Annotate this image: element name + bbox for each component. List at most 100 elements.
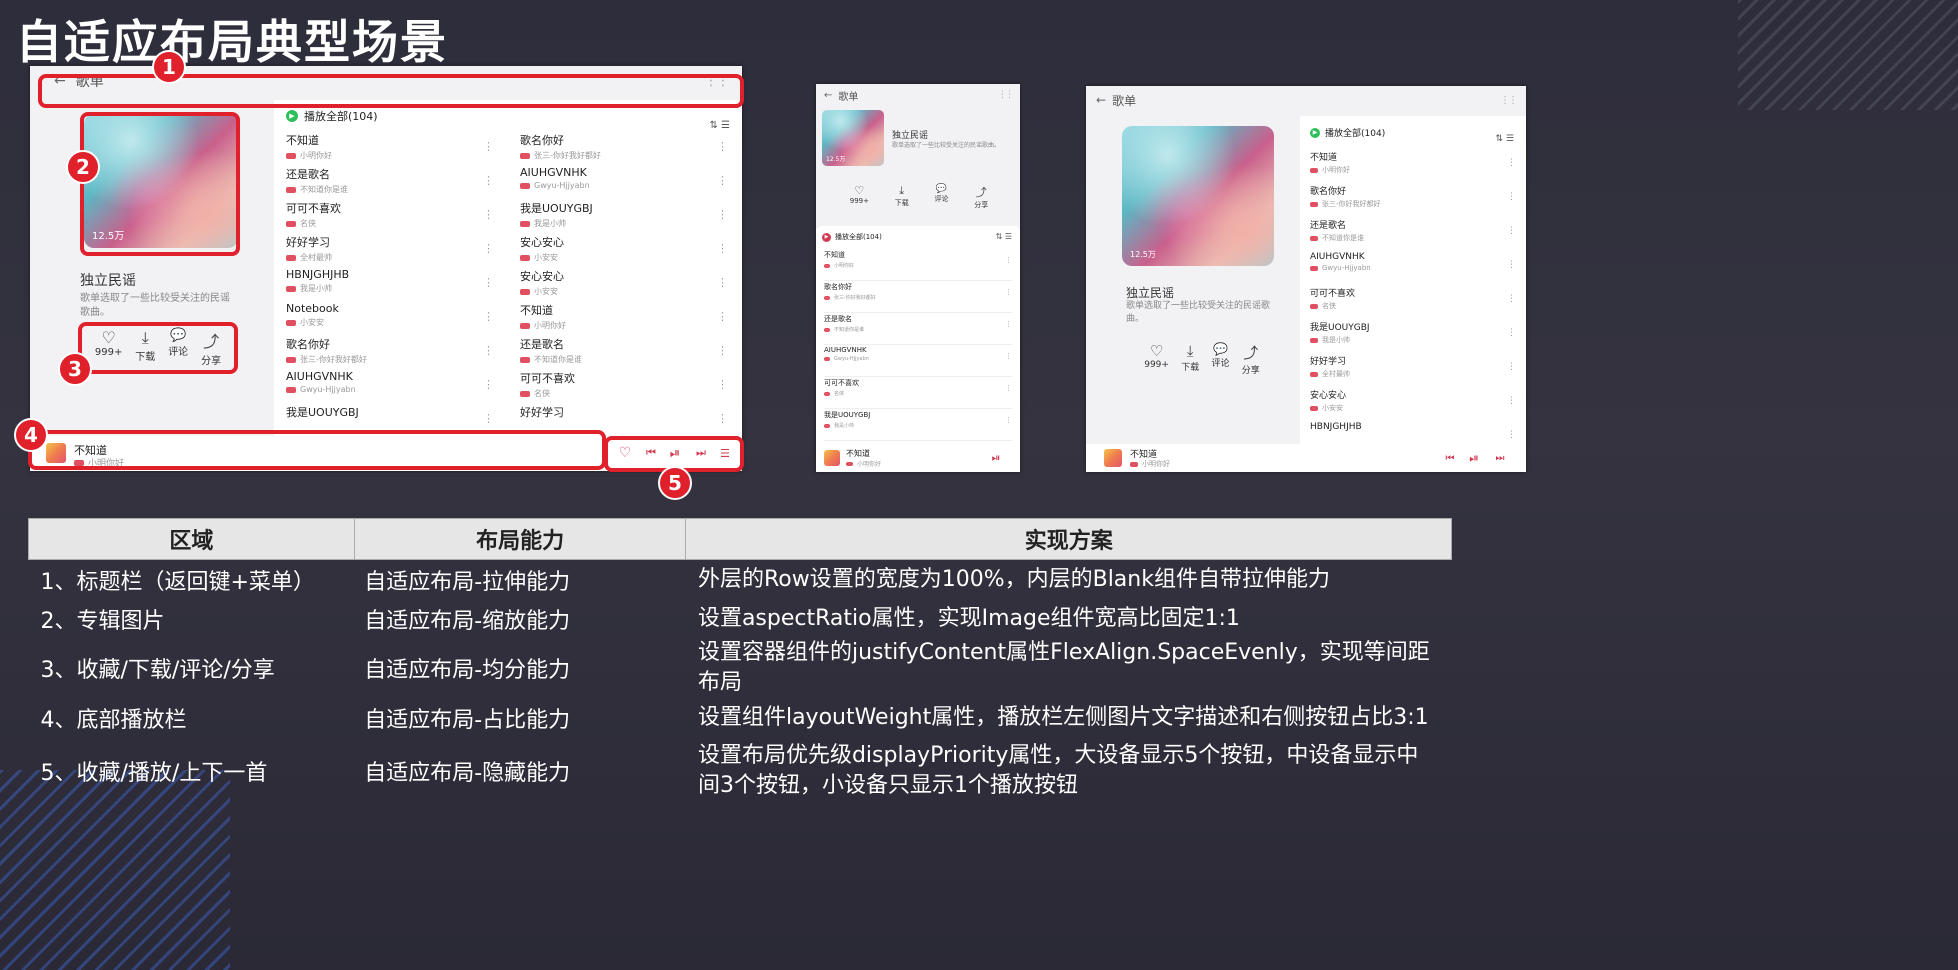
list-item[interactable]: 不知道 小明你好 ⋮ [520,302,728,334]
list-item[interactable]: AIUHGVNHK Gwyu-Hjjyabn ⋮ [520,166,728,198]
more-icon[interactable]: ⋮ [717,344,728,357]
list-item[interactable]: 歌名你好 张三-你好我好都好 ⋮ [1310,184,1516,216]
list-item[interactable]: 歌名你好 张三-你好我好都好 ⋮ [824,282,1012,313]
more-icon[interactable]: ⋮ [1005,288,1012,296]
list-item[interactable]: 不知道 小明你好 ⋮ [824,250,1012,281]
list-item[interactable]: 还是歌名 不知道你是谁 ⋮ [520,336,728,368]
menu-icon[interactable]: ⋮⋮ [998,90,1014,100]
sort-icon[interactable]: ⇅ ☰ [1496,134,1514,144]
more-icon[interactable]: ⋮ [483,208,494,221]
song-title: 还是歌名 [824,315,852,323]
action-label: 评论 [1211,359,1230,369]
song-list-panel: ▶ 播放全部(104) ⇅ ☰ 不知道 小明你好 ⋮ 歌名你好 张三-你好我好都好 ⋮ 还是… [1300,116,1526,444]
play-all-button[interactable]: ▶ 播放全部(104) [1310,126,1385,139]
more-icon[interactable]: ⋮ [1507,226,1516,236]
more-icon[interactable]: ⋮ [717,378,728,391]
more-icon[interactable]: ⋮ [483,276,494,289]
more-icon[interactable]: ⋮ [1005,352,1012,360]
more-icon[interactable]: ⋮ [1005,256,1012,264]
list-item[interactable]: 好好学习 全村最帅 ⋮ [286,234,494,266]
more-icon[interactable]: ⋮ [1507,430,1516,440]
more-icon[interactable]: ⋮ [1507,260,1516,270]
share-button[interactable]: ⤴ 分享 [974,184,988,210]
list-item[interactable]: AIUHGVNHK Gwyu-Hjjyabn ⋮ [824,346,1012,377]
list-item[interactable]: AIUHGVNHK Gwyu-Hjjyabn ⋮ [286,370,494,402]
play-all-button[interactable]: ▶ 播放全部(104) [286,108,378,124]
more-icon[interactable]: ⋮ [1005,416,1012,424]
list-item[interactable]: 安心安心 小安安 ⋮ [520,268,728,300]
list-item[interactable]: 安心安心 小安安 ⋮ [1310,388,1516,420]
vip-icon [846,461,853,466]
more-icon[interactable]: ⋮ [483,242,494,255]
list-item[interactable]: 歌名你好 张三-你好我好都好 ⋮ [286,336,494,368]
more-icon[interactable]: ⋮ [717,208,728,221]
comment-button[interactable]: 💬 评论 [934,184,948,210]
favorite-button[interactable]: ♡ 999+ [850,184,869,210]
more-icon[interactable]: ⋮ [717,310,728,323]
list-item[interactable]: 还是歌名 不知道你是谁 ⋮ [286,166,494,198]
list-item[interactable]: 好好学习 全村最帅 ⋮ [1310,354,1516,386]
more-icon[interactable]: ⋮ [483,378,494,391]
more-icon[interactable]: ⋮ [717,412,728,425]
more-icon[interactable]: ⋮ [1507,158,1516,168]
more-icon[interactable]: ⋮ [483,174,494,187]
download-button[interactable]: ⤓ 下载 [895,184,909,210]
list-item[interactable]: AIUHGVNHK Gwyu-Hjjyabn ⋮ [1310,252,1516,284]
more-icon[interactable]: ⋮ [1507,294,1516,304]
list-item[interactable]: 可可不喜欢 名侠 ⋮ [1310,286,1516,318]
download-button[interactable]: ⤓ 下载 [1181,342,1199,376]
play-icon: ▶ [286,110,298,122]
more-icon[interactable]: ⋮ [1507,328,1516,338]
list-item[interactable]: 不知道 小明你好 ⋮ [1310,150,1516,182]
back-icon[interactable]: ← [1096,93,1106,107]
more-icon[interactable]: ⋮ [717,174,728,187]
list-item[interactable]: 歌名你好 张三-你好我好都好 ⋮ [520,132,728,164]
song-artist: 小明你好 [520,320,728,331]
list-item[interactable]: 我是UOUYGBJ 我是小帅 ⋮ [520,200,728,232]
favorite-button[interactable]: ♡ 999+ [1144,342,1169,376]
share-button[interactable]: ⤴ 分享 [1242,342,1260,376]
album-cover[interactable]: 12.5万 [1122,126,1274,266]
more-icon[interactable]: ⋮ [483,412,494,425]
more-icon[interactable]: ⋮ [483,344,494,357]
play-pause-control[interactable]: ⏯ [1466,450,1482,466]
list-item[interactable]: 可可不喜欢 名侠 ⋮ [286,200,494,232]
list-item[interactable]: Notebook 小安安 ⋮ [286,302,494,334]
more-icon[interactable]: ⋮ [717,140,728,153]
menu-icon[interactable]: ⋮⋮ [1500,95,1518,106]
medium-device-screen: ← 歌单 ⋮⋮ 12.5万 独立民谣 歌单选取了一些比较受关注的民谣歌 曲。 ♡… [1086,86,1526,472]
list-item[interactable]: 还是歌名 不知道你是谁 ⋮ [824,314,1012,345]
more-icon[interactable]: ⋮ [717,276,728,289]
list-item[interactable]: 我是UOUYGBJ 我是小帅 ⋮ [824,410,1012,441]
sort-icon[interactable]: ⇅ ☰ [996,232,1012,241]
list-item[interactable]: 可可不喜欢 名侠 ⋮ [824,378,1012,409]
more-icon[interactable]: ⋮ [1507,192,1516,202]
previous-track-control[interactable]: ⏮ [1442,450,1458,466]
song-artist: 张三-你好我好都好 [1310,199,1516,209]
more-icon[interactable]: ⋮ [1005,384,1012,392]
more-icon[interactable]: ⋮ [483,140,494,153]
list-item[interactable]: 还是歌名 不知道你是谁 ⋮ [1310,218,1516,250]
vip-icon [824,295,830,300]
more-icon[interactable]: ⋮ [1005,320,1012,328]
badge-3: 3 [58,352,92,386]
album-cover[interactable]: 12.5万 [822,110,884,166]
list-item[interactable]: 不知道 小明你好 ⋮ [286,132,494,164]
play-pause-control[interactable]: ⏯ [988,450,1004,466]
list-item[interactable]: 我是UOUYGBJ 我是小帅 ⋮ [1310,320,1516,352]
more-icon[interactable]: ⋮ [483,310,494,323]
list-item[interactable]: HBNJGHJHB 我是小帅 ⋮ [286,268,494,300]
sort-icon[interactable]: ⇅ ☰ [709,120,730,131]
list-item[interactable]: 安心安心 小安安 ⋮ [520,234,728,266]
back-icon[interactable]: ← [824,90,832,101]
player-bar: 不知道 小明你好 ⏯ [816,444,1020,472]
play-all-button[interactable]: ▶ 播放全部(104) [822,232,882,242]
list-item[interactable]: 可可不喜欢 名侠 ⋮ [520,370,728,402]
comment-button[interactable]: 💬 评论 [1211,342,1229,376]
more-icon[interactable]: ⋮ [1507,396,1516,406]
more-icon[interactable]: ⋮ [717,242,728,255]
more-icon[interactable]: ⋮ [1507,362,1516,372]
album-desc: 歌单选取了一些比较受关注的民谣 歌曲。 [80,292,230,320]
next-track-control[interactable]: ⏭ [1492,450,1508,466]
title-bar-title: 歌单 [1112,93,1137,108]
